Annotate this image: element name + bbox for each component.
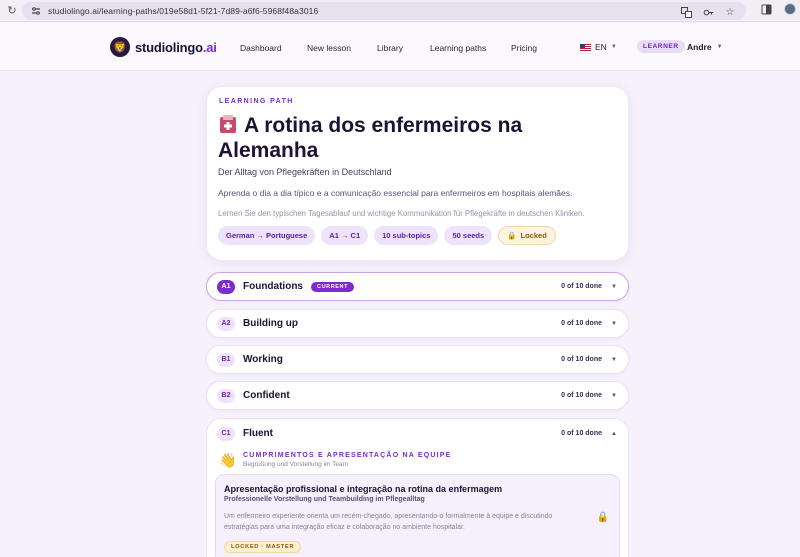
language-selector[interactable]: EN ▼ [580, 42, 617, 52]
url-text: studiolingo.ai/learning-paths/019e58d1-5… [48, 6, 319, 16]
level-name: Fluent [243, 428, 273, 439]
chevron-down-icon: ▼ [716, 44, 723, 50]
level-code: A2 [217, 316, 235, 331]
level-progress: 0 of 10 done [561, 430, 602, 437]
profile-avatar[interactable] [784, 3, 796, 15]
eyebrow-label: LEARNING PATH [219, 98, 294, 105]
level-row-b1[interactable]: B1 Working 0 of 10 done ▼ [206, 345, 629, 374]
level-row-a2[interactable]: A2 Building up 0 of 10 done ▼ [206, 309, 629, 338]
chip-locked-label: Locked [520, 231, 547, 240]
chevron-down-icon[interactable]: ▼ [611, 393, 617, 399]
logo[interactable]: 🦁 studiolingo.ai [110, 37, 217, 57]
level-row-c1[interactable]: C1 Fluent 0 of 10 done ▲ [207, 419, 628, 448]
seed-card[interactable]: Apresentação profissional e integração n… [215, 474, 620, 557]
logo-text: studiolingo [135, 39, 203, 55]
level-code: A1 [217, 279, 235, 294]
level-name: Building up [243, 318, 298, 329]
lion-logo-icon: 🦁 [110, 37, 130, 57]
app-header: 🦁 studiolingo.ai Dashboard New lesson Li… [0, 23, 800, 71]
hospital-icon [220, 115, 236, 133]
level-code: B2 [217, 388, 235, 403]
level-code: C1 [217, 426, 235, 441]
chip-seeds: 50 seeds [444, 226, 493, 245]
subtopic-title: CUMPRIMENTOS E APRESENTAÇÃO NA EQUIPE [243, 452, 452, 459]
translate-icon[interactable] [680, 6, 692, 18]
page-title: A rotina dos enfermeiros na Alemanha [218, 113, 618, 163]
level-name: Confident [243, 390, 290, 401]
subtopic-subtitle: Begrüßung und Vorstellung im Team [243, 461, 349, 468]
path-chips: German → Portuguese A1 → C1 10 sub-topic… [218, 226, 556, 245]
level-row-b2[interactable]: B2 Confident 0 of 10 done ▼ [206, 381, 629, 410]
chip-levels: A1 → C1 [321, 226, 369, 245]
chip-subtopics: 10 sub-topics [374, 226, 439, 245]
nav-pricing[interactable]: Pricing [511, 43, 537, 53]
chevron-down-icon[interactable]: ▼ [611, 357, 617, 363]
chevron-down-icon: ▼ [610, 44, 617, 50]
chip-locked: 🔒 Locked [498, 226, 556, 245]
level-row-a1[interactable]: A1 Foundations CURRENT 0 of 10 done ▼ [206, 272, 629, 301]
seed-status-badge: LOCKED · MASTER [224, 541, 302, 553]
password-key-icon[interactable] [702, 6, 714, 18]
role-badge: LEARNER [637, 40, 685, 53]
current-badge: CURRENT [311, 281, 355, 292]
page-subtitle: Der Alltag von Pflegekräften in Deutschl… [218, 167, 392, 177]
level-panel-c1: C1 Fluent 0 of 10 done ▲ 👋 CUMPRIMENTOS … [206, 418, 629, 557]
user-name: Andre [687, 42, 712, 52]
nav-new-lesson[interactable]: New lesson [307, 43, 351, 53]
chip-languages: German → Portuguese [218, 226, 316, 245]
site-info-icon[interactable] [30, 5, 42, 17]
level-name: Foundations [243, 281, 303, 292]
nav-library[interactable]: Library [377, 43, 403, 53]
description-de: Lernen Sie den typischen Tagesablauf und… [218, 209, 585, 218]
us-flag-icon [580, 43, 591, 51]
extensions-icon[interactable] [760, 3, 772, 15]
level-name: Working [243, 354, 283, 365]
nav-dashboard[interactable]: Dashboard [240, 43, 282, 53]
chevron-down-icon[interactable]: ▼ [611, 284, 617, 290]
language-code: EN [595, 42, 607, 52]
subtopic-header: 👋 CUMPRIMENTOS E APRESENTAÇÃO NA EQUIPE … [219, 452, 452, 469]
level-progress: 0 of 10 done [561, 320, 602, 327]
level-progress: 0 of 10 done [561, 392, 602, 399]
level-code: B1 [217, 352, 235, 367]
chevron-up-icon[interactable]: ▲ [611, 431, 617, 437]
level-progress: 0 of 10 done [561, 283, 602, 290]
address-bar[interactable]: studiolingo.ai/learning-paths/019e58d1-5… [22, 2, 746, 20]
level-progress: 0 of 10 done [561, 356, 602, 363]
seed-description: Um enfermeiro experiente orienta um recé… [224, 513, 553, 531]
nav-learning-paths[interactable]: Learning paths [430, 43, 486, 53]
seed-subtitle: Professionelle Vorstellung und Teambuild… [224, 496, 425, 503]
path-overview-card: LEARNING PATH A rotina dos enfermeiros n… [206, 86, 629, 261]
user-menu[interactable]: Andre ▼ [687, 42, 723, 52]
seed-title: Apresentação profissional e integração n… [224, 484, 503, 494]
bookmark-star-icon[interactable]: ☆ [724, 6, 736, 18]
page-title-text: A rotina dos enfermeiros na Alemanha [218, 114, 523, 162]
waving-hand-icon: 👋 [219, 452, 237, 468]
browser-toolbar: ↻ studiolingo.ai/learning-paths/019e58d1… [0, 0, 800, 22]
lock-icon: 🔒 [507, 231, 517, 240]
chevron-down-icon[interactable]: ▼ [611, 321, 617, 327]
lock-icon: 🔒 [596, 512, 609, 523]
description-pt: Aprenda o dia a dia típico e a comunicaç… [218, 188, 573, 198]
logo-suffix: .ai [202, 39, 217, 55]
reload-icon[interactable]: ↻ [3, 2, 21, 20]
